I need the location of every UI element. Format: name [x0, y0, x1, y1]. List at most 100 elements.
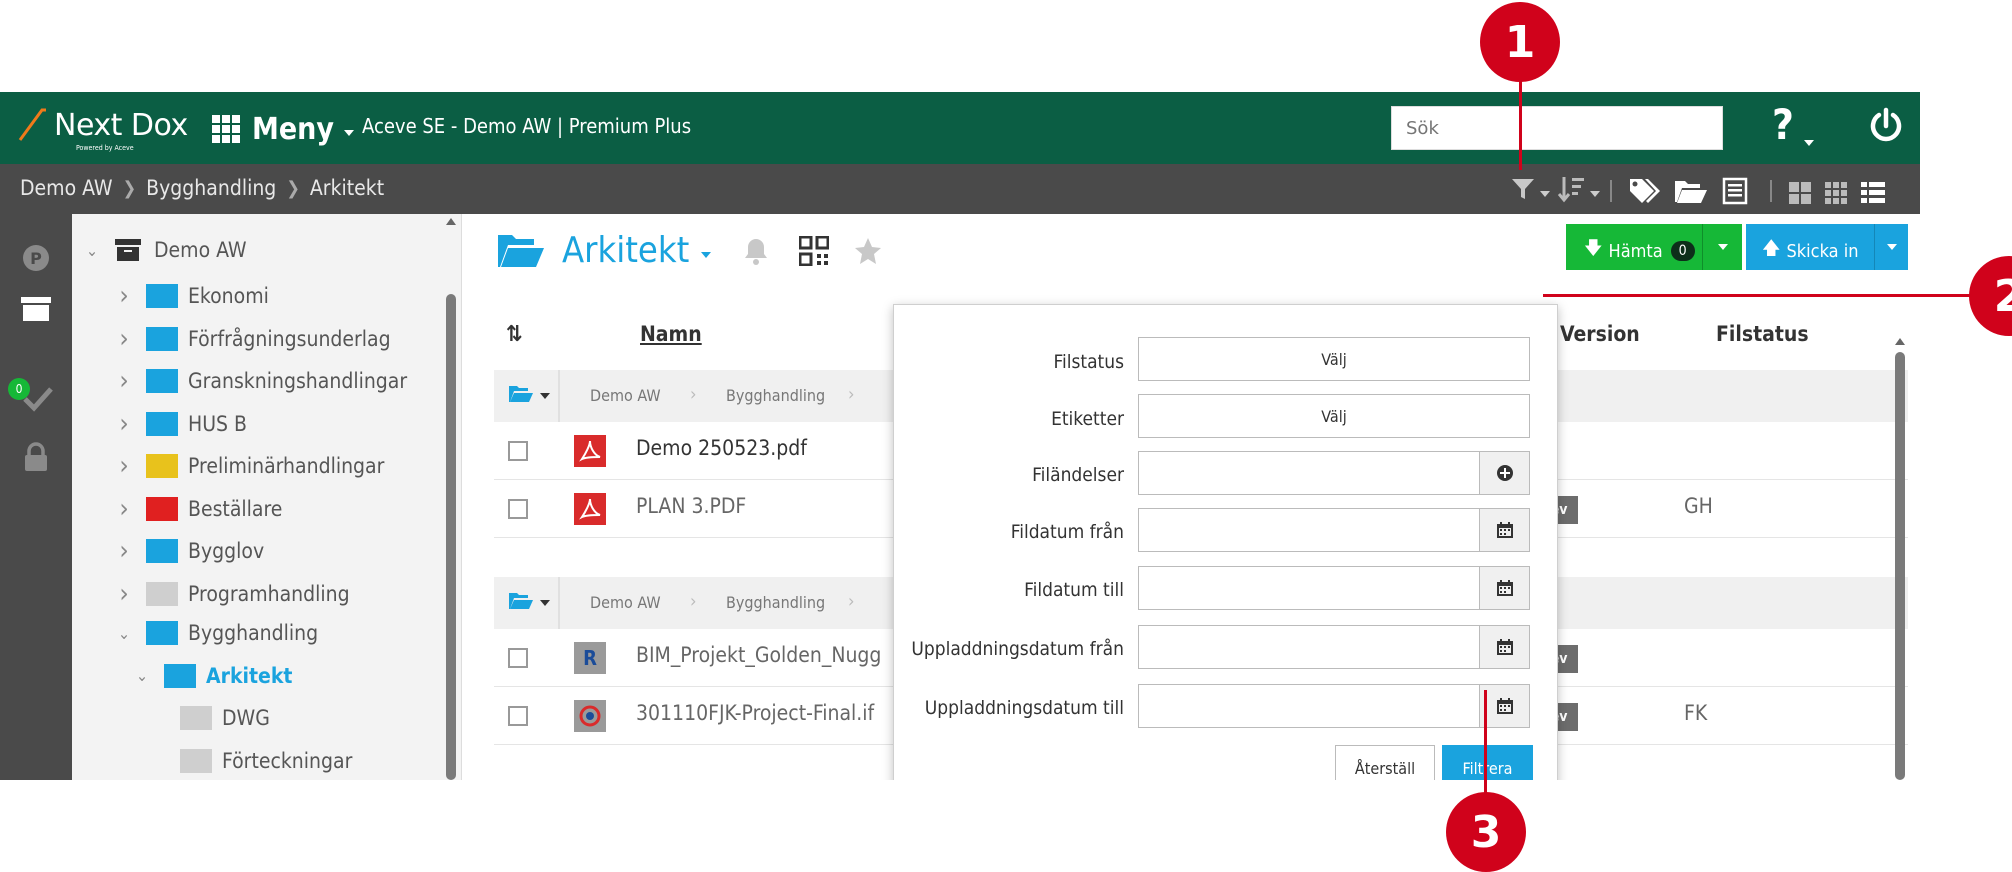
row-checkbox[interactable]: [508, 499, 528, 519]
folder-open-icon[interactable]: [1674, 176, 1708, 206]
chevron-right-icon[interactable]: ›: [116, 409, 132, 439]
breadcrumb-item[interactable]: Arkitekt: [310, 176, 384, 200]
group-path-item[interactable]: Demo AW: [590, 386, 661, 405]
chevron-right-icon: ›: [848, 384, 855, 405]
list-scroll-thumb[interactable]: [1895, 352, 1905, 780]
filter-apply-button[interactable]: Filtrera: [1442, 745, 1533, 780]
tree-item[interactable]: › Förfrågningsunderlag: [116, 324, 390, 354]
etiketter-select[interactable]: Välj: [1138, 394, 1530, 438]
chevron-right-icon[interactable]: ›: [116, 366, 132, 396]
file-name-link[interactable]: Demo 250523.pdf: [636, 436, 807, 460]
checkmark-icon[interactable]: [22, 384, 54, 412]
breadcrumb-item[interactable]: Demo AW: [20, 176, 113, 200]
chevron-down-icon[interactable]: [540, 393, 550, 399]
fildatum-till-input[interactable]: [1138, 566, 1480, 610]
tree-item[interactable]: Förteckningar: [180, 748, 352, 773]
reset-button[interactable]: Återställ: [1335, 745, 1435, 780]
tree-item[interactable]: ⌄ Arkitekt: [134, 663, 292, 688]
power-icon[interactable]: [1866, 106, 1906, 146]
archive-box-icon[interactable]: [20, 294, 52, 322]
tree-item[interactable]: › Preliminärhandlingar: [116, 451, 384, 481]
tree-item-label: Bygglov: [188, 539, 265, 563]
grid-icon: [212, 115, 240, 143]
sort-toggle-icon[interactable]: ⇅: [506, 322, 523, 347]
tree-item[interactable]: › Programhandling: [116, 579, 349, 609]
folder-open-icon[interactable]: [508, 384, 534, 404]
tree-item-label: Ekonomi: [188, 284, 269, 308]
file-name-link[interactable]: BIM_Projekt_Golden_Nugg: [636, 643, 881, 667]
list-scrollbar[interactable]: [1894, 338, 1906, 780]
filandelser-input[interactable]: [1138, 451, 1480, 495]
group-path-item[interactable]: Bygghandling: [726, 386, 825, 405]
tree-item[interactable]: › HUS B: [116, 409, 247, 439]
qr-code-icon[interactable]: [799, 235, 830, 266]
chevron-down-icon[interactable]: [701, 251, 712, 258]
fildatum-fran-input[interactable]: [1138, 508, 1480, 552]
chevron-down-icon[interactable]: ⌄: [134, 666, 150, 685]
svg-text:P: P: [30, 249, 42, 268]
archive-box-icon: [115, 239, 141, 261]
add-extension-button[interactable]: [1479, 451, 1530, 495]
main-menu-button[interactable]: Meny: [212, 110, 354, 148]
tree-item-label: Granskningshandlingar: [188, 369, 408, 393]
document-list-icon[interactable]: [1722, 176, 1748, 206]
hamta-count-badge: 0: [1670, 241, 1695, 261]
tree-item[interactable]: › Bygglov: [116, 536, 264, 566]
tree-item[interactable]: ⌄ Bygghandling: [116, 621, 318, 645]
sort-button[interactable]: [1558, 174, 1600, 204]
parking-icon[interactable]: P: [22, 244, 50, 272]
chevron-right-icon: ❯: [122, 177, 137, 199]
hamta-dropdown-toggle[interactable]: [1702, 224, 1742, 270]
group-path-item[interactable]: Bygghandling: [726, 593, 825, 612]
hamta-button[interactable]: 🡇 Hämta 0: [1566, 224, 1742, 270]
tree-item[interactable]: › Beställare: [116, 494, 282, 524]
chevron-right-icon[interactable]: ›: [116, 536, 132, 566]
fildatum-till-calendar-button[interactable]: [1479, 566, 1530, 610]
logo-subtext: Powered by Aceve: [76, 144, 134, 152]
scroll-up-icon[interactable]: [446, 218, 456, 225]
filstatus-select[interactable]: Välj: [1138, 337, 1530, 381]
skicka-dropdown-toggle[interactable]: [1874, 224, 1908, 270]
tree-item-root[interactable]: ⌄ Demo AW: [84, 238, 247, 262]
chevron-right-icon[interactable]: ›: [116, 451, 132, 481]
chevron-right-icon[interactable]: ›: [116, 494, 132, 524]
tree-item[interactable]: › Ekonomi: [116, 281, 269, 311]
row-checkbox[interactable]: [508, 441, 528, 461]
tree-scroll-thumb[interactable]: [446, 294, 456, 780]
row-checkbox[interactable]: [508, 648, 528, 668]
filter-button[interactable]: [1510, 174, 1550, 204]
tree-item[interactable]: DWG: [180, 706, 270, 730]
large-grid-view-icon[interactable]: [1788, 178, 1812, 208]
group-path-item[interactable]: Demo AW: [590, 593, 661, 612]
list-view-icon[interactable]: [1860, 178, 1886, 208]
upp-fran-input[interactable]: [1138, 625, 1480, 669]
file-name-link[interactable]: PLAN 3.PDF: [636, 494, 746, 518]
breadcrumb-item[interactable]: Bygghandling: [146, 176, 276, 200]
chevron-right-icon[interactable]: ›: [116, 324, 132, 354]
upp-fran-calendar-button[interactable]: [1479, 625, 1530, 669]
lock-icon[interactable]: [22, 442, 50, 472]
chevron-right-icon[interactable]: ›: [116, 281, 132, 311]
chevron-right-icon[interactable]: ›: [116, 579, 132, 609]
help-menu[interactable]: ?: [1772, 100, 1814, 149]
column-header-version[interactable]: Version: [1560, 322, 1640, 346]
file-name-link[interactable]: 301110FJK-Project-Final.if: [636, 701, 874, 725]
fildatum-fran-calendar-button[interactable]: [1479, 508, 1530, 552]
folder-open-icon[interactable]: [508, 591, 534, 611]
tree-item[interactable]: › Granskningshandlingar: [116, 366, 407, 396]
callout-1-line: [1519, 78, 1522, 170]
scroll-up-icon[interactable]: [1895, 338, 1905, 345]
chevron-down-icon[interactable]: ⌄: [116, 624, 132, 643]
column-header-name[interactable]: Namn: [640, 322, 702, 346]
skicka-in-button[interactable]: 🡅 Skicka in: [1746, 224, 1908, 270]
chevron-down-icon[interactable]: [540, 600, 550, 606]
search-input[interactable]: [1391, 106, 1723, 150]
bell-icon[interactable]: [743, 237, 769, 265]
row-checkbox[interactable]: [508, 706, 528, 726]
upp-till-input[interactable]: [1138, 684, 1480, 728]
tree-scrollbar[interactable]: [442, 214, 460, 780]
small-grid-view-icon[interactable]: [1824, 178, 1848, 208]
column-header-status[interactable]: Filstatus: [1716, 322, 1809, 346]
star-icon[interactable]: [853, 236, 883, 266]
tags-icon[interactable]: [1628, 176, 1662, 206]
